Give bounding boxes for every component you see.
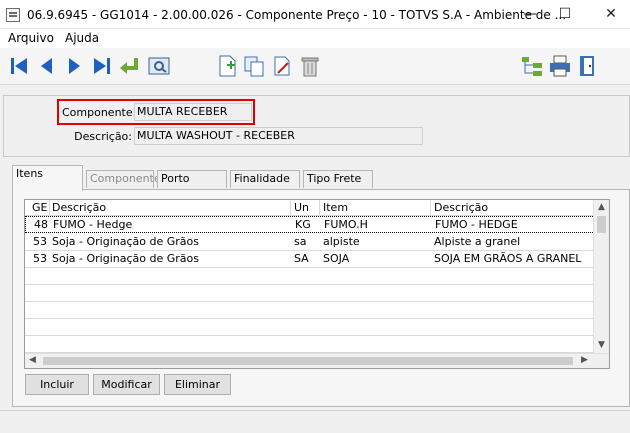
grid-header: GE Descrição Un Item Descrição (25, 200, 595, 216)
empty-row (25, 268, 595, 285)
tab-porto[interactable]: Porto (157, 170, 227, 188)
empty-row (25, 336, 595, 353)
search-icon[interactable] (146, 53, 172, 79)
new-record-icon[interactable] (214, 53, 240, 79)
exit-icon[interactable] (575, 53, 601, 79)
tab-tipo-frete[interactable]: Tipo Frete (303, 170, 373, 188)
descricao-field[interactable]: MULTA WASHOUT - RECEBER (134, 127, 423, 145)
vertical-scrollbar[interactable]: ▲ ▼ (593, 200, 609, 354)
cell-un: SA (294, 252, 309, 265)
eliminar-button[interactable]: Eliminar (164, 374, 231, 395)
scroll-left-icon[interactable]: ◀ (29, 355, 36, 365)
column-header-un[interactable]: Un (292, 200, 320, 216)
last-record-icon[interactable] (88, 53, 114, 79)
cell-descricao-item: SOJA EM GRÃOS A GRANEL (434, 252, 582, 265)
menu-bar: Arquivo Ajuda (0, 29, 630, 48)
tab-itens[interactable]: Itens (12, 165, 83, 191)
close-button[interactable]: ✕ (595, 0, 627, 29)
table-row[interactable]: 53 Soja - Originação de Grãos sa alpiste… (25, 234, 595, 251)
edit-record-icon[interactable] (269, 53, 295, 79)
toolbar (0, 48, 630, 85)
status-bar (0, 410, 630, 433)
cell-un: KG (295, 218, 311, 231)
cell-descricao: Soja - Originação de Grãos (52, 252, 199, 265)
column-header-item[interactable]: Item (321, 200, 431, 216)
modificar-button[interactable]: Modificar (93, 374, 160, 395)
previous-record-icon[interactable] (34, 53, 60, 79)
table-row[interactable]: 53 Soja - Originação de Grãos SA SOJA SO… (25, 251, 595, 268)
items-grid[interactable]: GE Descrição Un Item Descrição 48 FUMO -… (24, 199, 610, 369)
horizontal-scrollbar[interactable]: ◀ ▶ (25, 353, 609, 368)
menu-arquivo[interactable]: Arquivo (8, 31, 54, 45)
maximize-button[interactable]: ☐ (549, 0, 581, 29)
column-header-descricao[interactable]: Descrição (50, 200, 290, 216)
tab-finalidade[interactable]: Finalidade (230, 170, 300, 188)
incluir-button[interactable]: Incluir (25, 374, 89, 395)
cell-ge: 53 (33, 252, 47, 265)
scroll-thumb[interactable] (43, 357, 573, 365)
copy-record-icon[interactable] (241, 53, 267, 79)
cell-ge: 53 (33, 235, 47, 248)
window-title: 06.9.6945 - GG1014 - 2.00.00.026 - Compo… (27, 8, 567, 22)
return-icon[interactable] (116, 53, 142, 79)
app-icon (6, 8, 20, 22)
scroll-down-icon[interactable]: ▼ (598, 340, 605, 350)
tab-componente[interactable]: Componente: (86, 170, 164, 188)
first-record-icon[interactable] (7, 53, 33, 79)
empty-row (25, 319, 595, 336)
scroll-right-icon[interactable]: ▶ (581, 355, 588, 365)
menu-ajuda[interactable]: Ajuda (65, 31, 99, 45)
componente-highlight (57, 99, 255, 125)
descricao-label: Descrição: (74, 130, 132, 143)
cell-item: FUMO.H (324, 218, 368, 231)
delete-record-icon[interactable] (297, 53, 323, 79)
next-record-icon[interactable] (61, 53, 87, 79)
cell-un: sa (294, 235, 307, 248)
print-icon[interactable] (547, 53, 573, 79)
cell-descricao: Soja - Originação de Grãos (52, 235, 199, 248)
table-row[interactable]: 48 FUMO - Hedge KG FUMO.H FUMO - HEDGE (25, 216, 595, 233)
scroll-thumb[interactable] (597, 216, 606, 233)
scroll-up-icon[interactable]: ▲ (598, 202, 605, 212)
cell-descricao-item: FUMO - HEDGE (435, 218, 518, 231)
cell-descricao: FUMO - Hedge (53, 218, 133, 231)
minimize-button[interactable]: — (514, 0, 546, 29)
column-header-descricao-item[interactable]: Descrição (432, 200, 597, 216)
cell-descricao-item: Alpiste a granel (434, 235, 521, 248)
cell-item: alpiste (323, 235, 360, 248)
hierarchy-icon[interactable] (519, 53, 545, 79)
empty-row (25, 302, 595, 319)
cell-ge: 48 (34, 218, 48, 231)
empty-row (25, 285, 595, 302)
cell-item: SOJA (323, 252, 350, 265)
title-bar: 06.9.6945 - GG1014 - 2.00.00.026 - Compo… (0, 0, 630, 29)
